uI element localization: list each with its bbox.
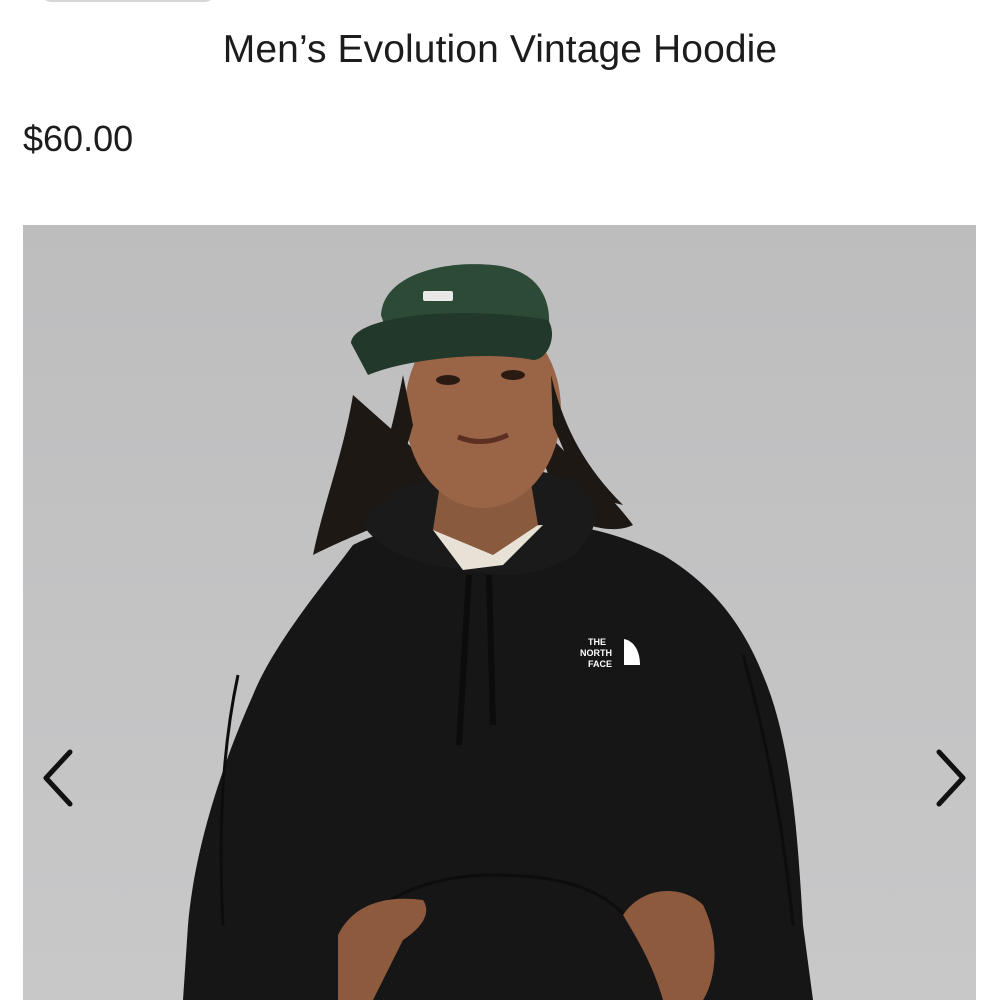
svg-text:THE: THE [588,637,606,647]
product-title: Men’s Evolution Vintage Hoodie [222,28,778,71]
chevron-right-icon [936,749,966,807]
product-price: $60.00 [23,118,134,159]
svg-text:FACE: FACE [588,659,612,669]
product-photo: THE NORTH FACE [183,264,813,1000]
svg-text:NORTH: NORTH [580,648,612,658]
product-image-gallery: THE NORTH FACE [23,225,976,1000]
top-pill-control[interactable] [40,0,216,2]
gallery-previous-button[interactable] [35,743,83,813]
chevron-left-icon [43,749,73,807]
gallery-next-button[interactable] [926,743,974,813]
